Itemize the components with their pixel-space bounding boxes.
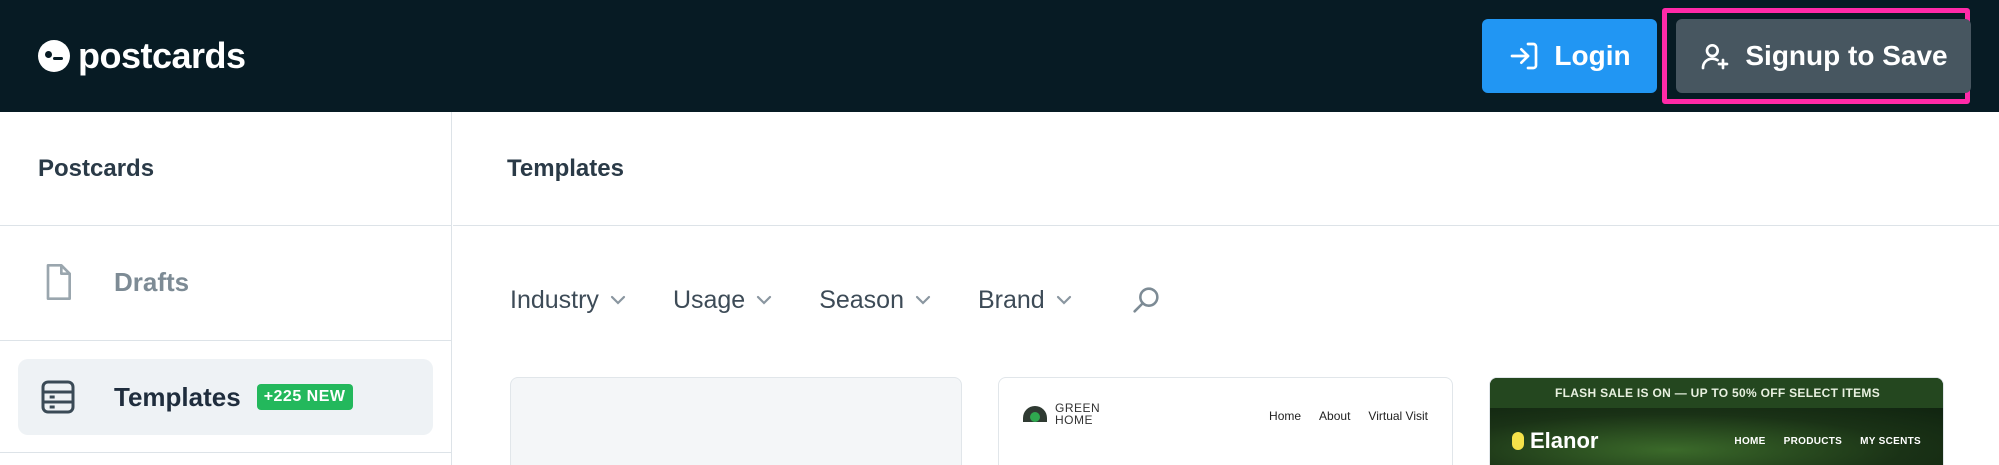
logo-icon: [38, 40, 70, 72]
top-bar: postcards Login Signup to Save: [0, 0, 1999, 112]
elanor-nav-item: HOME: [1734, 436, 1766, 447]
search-icon[interactable]: [1129, 283, 1163, 317]
filter-brand[interactable]: Brand: [978, 286, 1073, 315]
template-card[interactable]: [510, 377, 962, 465]
filter-label: Industry: [510, 285, 599, 314]
page-title: Templates: [453, 112, 1999, 226]
sidebar-title: Postcards: [0, 112, 451, 226]
add-user-icon: [1702, 44, 1729, 70]
sidebar-item-label: Drafts: [114, 266, 190, 297]
login-label: Login: [1554, 40, 1631, 71]
login-button[interactable]: Login: [1482, 19, 1657, 93]
sidebar-divider: [0, 452, 452, 453]
filter-label: Brand: [978, 285, 1045, 314]
green-home-nav-item: Home: [1269, 409, 1302, 423]
sidebar-item-drafts[interactable]: Drafts: [18, 244, 433, 320]
new-count-badge: +225 NEW: [256, 384, 353, 410]
signup-button[interactable]: Signup to Save: [1676, 19, 1971, 93]
chevron-down-icon: [610, 295, 626, 305]
green-home-nav-item: Virtual Visit: [1368, 409, 1428, 423]
elanor-hero: Elanor HOME PRODUCTS MY SCENTS: [1490, 408, 1943, 465]
document-icon: [46, 264, 71, 300]
template-card-elanor[interactable]: FLASH SALE IS ON — UP TO 50% OFF SELECT …: [1489, 377, 1944, 465]
elanor-nav-item: MY SCENTS: [1860, 436, 1921, 447]
elanor-logo-text: Elanor: [1530, 428, 1599, 453]
template-card-green-home[interactable]: GREEN HOME Home About Virtual Visit: [998, 377, 1453, 465]
chevron-down-icon: [915, 295, 931, 305]
filter-industry[interactable]: Industry: [510, 286, 627, 315]
chevron-down-icon: [1056, 295, 1071, 305]
elanor-flash-banner: FLASH SALE IS ON — UP TO 50% OFF SELECT …: [1490, 378, 1943, 408]
green-home-logo: GREEN HOME: [1023, 402, 1100, 426]
login-icon: [1511, 42, 1538, 70]
app-logo[interactable]: postcards: [38, 35, 246, 76]
sidebar-item-templates[interactable]: Templates +225 NEW: [18, 359, 433, 435]
elanor-logo-icon: [1512, 432, 1524, 450]
elanor-logo: Elanor: [1512, 428, 1598, 454]
sidebar-item-label: Templates: [114, 381, 241, 412]
logo-text: postcards: [78, 35, 246, 76]
templates-icon: [41, 380, 75, 414]
filter-usage[interactable]: Usage: [673, 286, 773, 315]
green-home-logo-line2: HOME: [1055, 413, 1093, 427]
elanor-nav: HOME PRODUCTS MY SCENTS: [1734, 436, 1921, 447]
filter-label: Season: [819, 285, 904, 314]
sidebar-divider: [0, 340, 452, 341]
chevron-down-icon: [757, 295, 772, 305]
green-home-logo-icon: [1023, 406, 1047, 422]
signup-label: Signup to Save: [1745, 40, 1948, 71]
elanor-nav-item: PRODUCTS: [1783, 436, 1843, 447]
green-home-nav-item: About: [1319, 409, 1351, 423]
filter-season[interactable]: Season: [819, 286, 932, 315]
filter-bar: Industry Usage Season Brand: [510, 280, 1163, 320]
filter-label: Usage: [672, 285, 746, 314]
sidebar: Postcards Drafts Templates +225 NEW: [0, 112, 452, 465]
green-home-nav: Home About Virtual Visit: [1269, 409, 1428, 423]
